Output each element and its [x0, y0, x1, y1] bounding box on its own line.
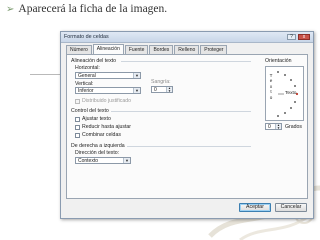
text-control-divider	[111, 111, 251, 112]
dialog-tabs: Número Alineación Fuente Bordes Relleno …	[66, 44, 228, 54]
degrees-value: 0	[268, 124, 271, 130]
help-button[interactable]: ?	[287, 34, 296, 40]
chevron-down-icon: ▼	[133, 73, 140, 78]
orientation-control[interactable]: T e x t o Texto 0 ▲ ▼ Grados	[265, 66, 304, 130]
text-direction-select[interactable]: Contexto ▼	[75, 157, 131, 164]
tab-numero[interactable]: Número	[66, 45, 92, 54]
cancel-button[interactable]: Cancelar	[275, 203, 307, 212]
orientation-dial-box[interactable]: T e x t o Texto	[265, 66, 304, 121]
shrink-to-fit-label: Reducir hasta ajustar	[82, 124, 132, 130]
indent-label: Sangría:	[151, 79, 171, 85]
slide-top-band	[0, 0, 320, 2]
shrink-to-fit-checkbox[interactable]: Reducir hasta ajustar	[75, 124, 131, 130]
merge-cells-checkbox[interactable]: Combinar celdas	[75, 132, 121, 138]
tab-bordes[interactable]: Bordes	[149, 45, 174, 54]
orientation-heading: Orientación	[265, 58, 292, 64]
close-button[interactable]: x	[298, 34, 310, 40]
checkbox-box	[75, 116, 80, 122]
titlebar-buttons: ? x	[287, 34, 310, 40]
spin-arrows-icon: ▲ ▼	[275, 123, 281, 130]
dialog-title: Formato de celdas	[64, 34, 109, 40]
indent-spinner[interactable]: 0 ▲ ▼	[151, 86, 173, 93]
horizontal-select[interactable]: General ▼	[75, 72, 141, 79]
tab-fuente[interactable]: Fuente	[124, 45, 149, 54]
rtl-heading: De derecha a izquierda	[71, 143, 125, 149]
chevron-down-icon: ▼	[133, 88, 140, 93]
slide-bullet-text: Aparecerá la ficha de la imagen.	[18, 3, 168, 15]
horizontal-label: Horizontal:	[75, 65, 100, 71]
tab-alineacion[interactable]: Alineación	[92, 44, 124, 54]
rtl-divider	[127, 146, 251, 147]
arrow-bullet-icon: ➢	[6, 3, 15, 15]
wrap-text-checkbox[interactable]: Ajustar texto	[75, 116, 111, 122]
distributed-label: Distribuido justificado	[82, 98, 132, 104]
checkbox-box	[75, 124, 80, 130]
indent-value: 0	[154, 87, 157, 93]
ok-button[interactable]: Aceptar	[239, 203, 271, 212]
degrees-label: Grados	[285, 124, 303, 130]
slide-decoration-line	[30, 74, 64, 75]
orientation-needle-text: Texto	[285, 91, 297, 96]
checkbox-box	[75, 98, 80, 104]
spin-arrows-icon: ▲ ▼	[166, 86, 172, 93]
wrap-text-label: Ajustar texto	[82, 116, 111, 122]
tab-proteger[interactable]: Proteger	[200, 45, 228, 54]
text-control-heading: Control del texto	[71, 108, 109, 114]
horizontal-select-value: General	[78, 73, 96, 79]
dialog-titlebar: Formato de celdas ? x	[61, 32, 313, 43]
text-alignment-divider	[121, 61, 251, 62]
checkbox-box	[75, 132, 80, 138]
tab-relleno[interactable]: Relleno	[174, 45, 200, 54]
slide-bullet: ➢ Aparecerá la ficha de la imagen.	[6, 3, 167, 15]
degrees-spinner[interactable]: 0 ▲ ▼	[265, 123, 282, 130]
vertical-select[interactable]: Inferior ▼	[75, 87, 141, 94]
format-cells-dialog: Formato de celdas ? x Número Alineación …	[60, 31, 314, 219]
alignment-panel: Alineación del texto Horizontal: General…	[66, 54, 308, 199]
text-direction-label: Dirección del texto:	[75, 150, 120, 156]
vertical-text-letter: o	[269, 94, 273, 100]
vertical-select-value: Inferior	[78, 88, 94, 94]
merge-cells-label: Combinar celdas	[82, 132, 121, 138]
distributed-checkbox[interactable]: Distribuido justificado	[75, 98, 131, 104]
chevron-down-icon: ▼	[123, 158, 130, 163]
text-direction-value: Contexto	[78, 158, 99, 164]
text-alignment-heading: Alineación del texto	[71, 58, 116, 64]
